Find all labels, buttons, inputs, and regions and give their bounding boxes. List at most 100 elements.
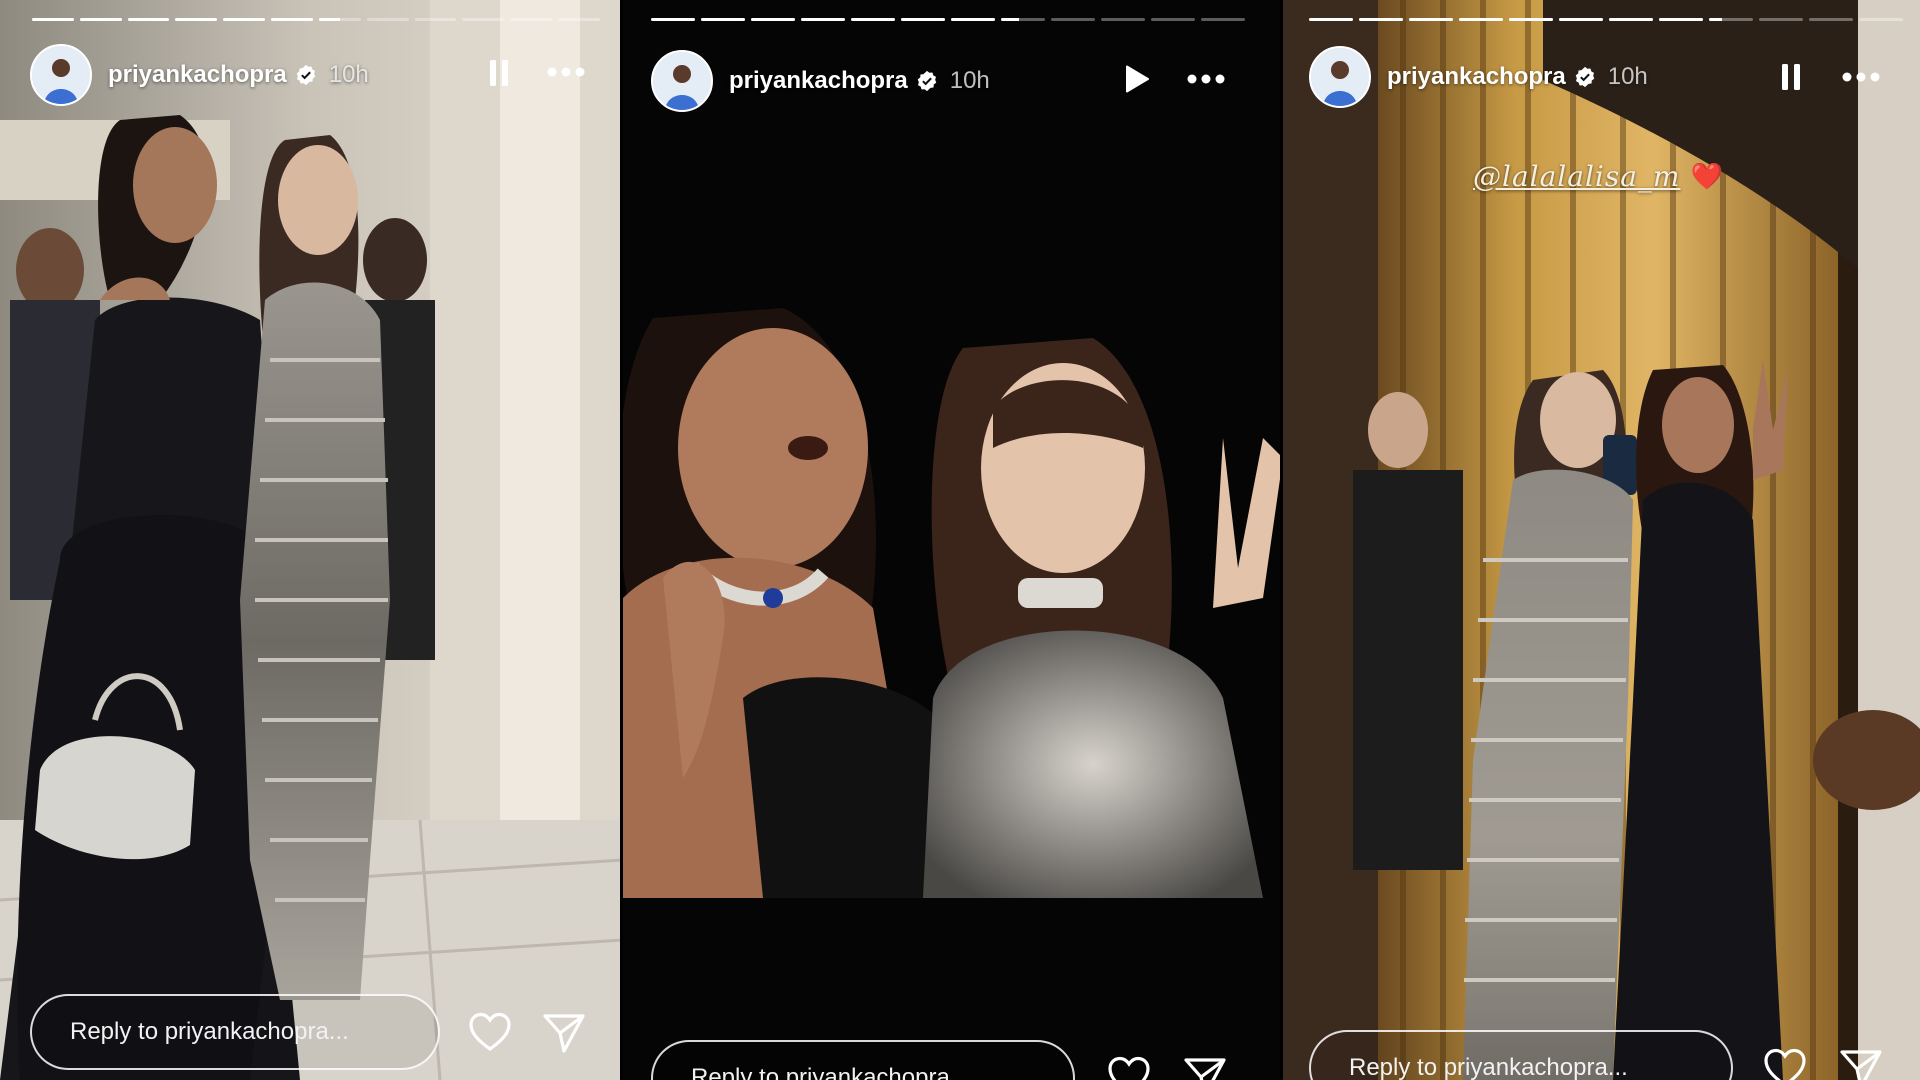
progress-segment: [414, 18, 457, 21]
progress-segment-fill: [701, 18, 745, 21]
username[interactable]: priyankachopra: [108, 61, 287, 89]
progress-segment: [901, 18, 945, 21]
play-icon: [1126, 65, 1149, 93]
story-photo: [623, 278, 1283, 898]
progress-segment: [951, 18, 995, 21]
reply-input[interactable]: [1347, 1053, 1731, 1080]
username[interactable]: priyankachopra: [1387, 63, 1566, 91]
share-button[interactable]: [1183, 1056, 1227, 1080]
reply-field[interactable]: [1309, 1030, 1733, 1080]
progress-segment-fill: [1659, 18, 1703, 21]
progress-segment: [127, 18, 170, 21]
progress-segment: [1151, 18, 1195, 21]
heart-icon: [1108, 1056, 1150, 1080]
mention-link[interactable]: @lalalalisa_m: [1473, 160, 1680, 193]
progress-segment: [1659, 18, 1703, 21]
send-icon: [543, 1014, 585, 1053]
username[interactable]: priyankachopra: [729, 67, 908, 95]
story-panel-2[interactable]: priyankachopra 10h: [623, 0, 1283, 1080]
progress-segment-fill: [751, 18, 795, 21]
reply-field[interactable]: [30, 994, 440, 1070]
progress-segment: [366, 18, 409, 21]
progress-segment-fill: [1309, 18, 1353, 21]
progress-segment: [558, 18, 600, 21]
more-options-icon: [1842, 72, 1880, 82]
progress-segment-fill: [175, 18, 218, 21]
more-options-button[interactable]: [1841, 71, 1881, 83]
heart-icon: [469, 1012, 511, 1051]
heart-icon: [1764, 1048, 1806, 1080]
verified-badge-icon: [1574, 66, 1596, 88]
story-header: priyankachopra 10h: [30, 44, 369, 106]
progress-segment-fill: [851, 18, 895, 21]
progress-segment: [1859, 18, 1903, 21]
story-progress-bar: [651, 18, 1245, 21]
progress-segment-fill: [1359, 18, 1403, 21]
story-panel-1[interactable]: priyankachopra 10h: [0, 0, 623, 1080]
progress-segment: [271, 18, 313, 21]
like-button[interactable]: [1763, 1048, 1807, 1080]
mention-sticker[interactable]: @lalalalisa_m ❤️: [1473, 160, 1723, 193]
avatar[interactable]: [651, 50, 713, 112]
heart-emoji: ❤️: [1690, 161, 1723, 191]
progress-segment: [1709, 18, 1753, 21]
post-time: 10h: [1607, 63, 1648, 90]
progress-segment: [1309, 18, 1353, 21]
reply-input[interactable]: [68, 1017, 438, 1047]
progress-segment: [1759, 18, 1803, 21]
more-options-icon: [1187, 74, 1225, 84]
post-time: 10h: [949, 67, 990, 94]
play-button[interactable]: [1124, 64, 1150, 94]
progress-segment: [851, 18, 895, 21]
progress-segment: [1359, 18, 1403, 21]
progress-segment: [751, 18, 795, 21]
share-button[interactable]: [1839, 1048, 1883, 1080]
progress-segment-fill: [1709, 18, 1723, 21]
avatar[interactable]: [1309, 46, 1371, 108]
verified-badge-icon: [916, 70, 938, 92]
progress-segment: [651, 18, 695, 21]
progress-segment: [1609, 18, 1653, 21]
progress-segment-fill: [901, 18, 945, 21]
story-progress-bar: [1309, 18, 1903, 21]
progress-segment: [1809, 18, 1853, 21]
progress-segment: [1459, 18, 1503, 21]
pause-button[interactable]: [488, 58, 510, 88]
progress-segment-fill: [951, 18, 995, 21]
story-header: priyankachopra 10h: [1309, 46, 1648, 108]
progress-segment-fill: [1001, 18, 1019, 21]
progress-segment: [1101, 18, 1145, 21]
pause-icon: [1782, 64, 1800, 90]
progress-segment-fill: [1509, 18, 1553, 21]
more-options-button[interactable]: [546, 66, 586, 78]
send-icon: [1840, 1050, 1882, 1080]
progress-segment: [510, 18, 553, 21]
pause-icon: [490, 60, 508, 86]
like-button[interactable]: [1107, 1056, 1151, 1080]
story-panel-3[interactable]: priyankachopra 10h @lalalalisa_m ❤️: [1283, 0, 1920, 1080]
story-progress-bar: [32, 18, 600, 21]
progress-segment: [462, 18, 505, 21]
progress-segment: [318, 18, 361, 21]
progress-segment: [223, 18, 266, 21]
more-options-icon: [547, 67, 585, 77]
pause-button[interactable]: [1780, 62, 1802, 92]
share-button[interactable]: [542, 1012, 586, 1059]
progress-segment: [1051, 18, 1095, 21]
progress-segment-fill: [651, 18, 695, 21]
progress-segment: [79, 18, 122, 21]
progress-segment: [1509, 18, 1553, 21]
progress-segment-fill: [32, 18, 74, 21]
reply-input[interactable]: [689, 1063, 1073, 1080]
more-options-button[interactable]: [1186, 73, 1226, 85]
avatar[interactable]: [30, 44, 92, 106]
progress-segment-fill: [1559, 18, 1603, 21]
progress-segment-fill: [127, 18, 170, 21]
send-icon: [1184, 1058, 1226, 1080]
story-photo: [0, 0, 623, 1080]
progress-segment-fill: [318, 18, 340, 21]
like-button[interactable]: [468, 1012, 512, 1057]
reply-field[interactable]: [651, 1040, 1075, 1080]
progress-segment-fill: [271, 18, 313, 21]
verified-badge-icon: [295, 64, 317, 86]
